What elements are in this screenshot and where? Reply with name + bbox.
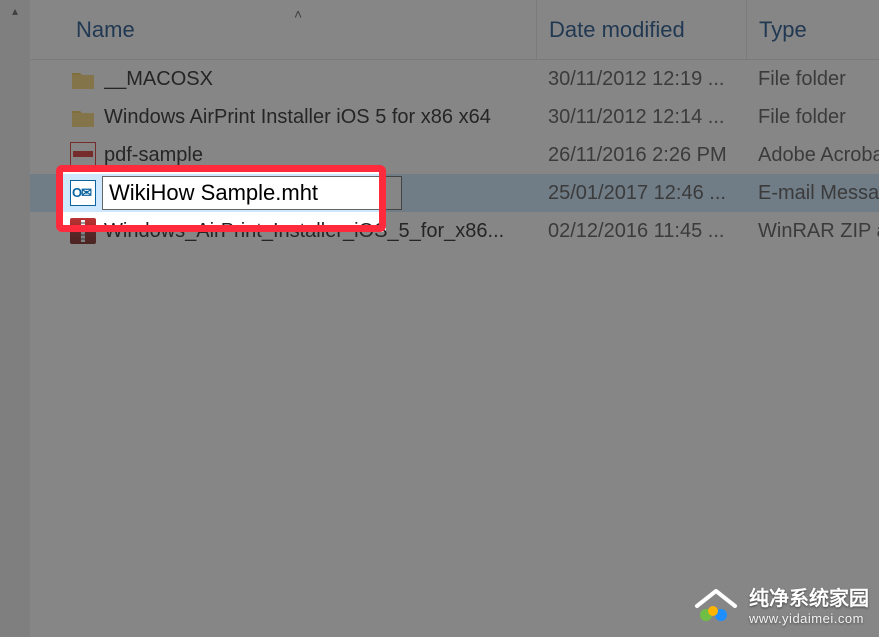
folder-icon — [70, 66, 96, 92]
file-name-cell[interactable]: Windows AirPrint Installer iOS 5 for x86… — [70, 104, 536, 130]
file-type-cell: WinRAR ZIP a — [746, 220, 879, 243]
vertical-scrollbar[interactable]: ▴ — [0, 0, 30, 637]
column-header-row: ˄ Name Date modified Type — [30, 0, 879, 60]
column-header-type[interactable]: Type — [746, 0, 879, 59]
file-type-cell: Adobe Acroba — [746, 144, 879, 167]
column-header-date[interactable]: Date modified — [536, 0, 736, 59]
file-type-cell: E-mail Messa — [746, 182, 879, 205]
file-name-label: __MACOSX — [104, 68, 213, 91]
file-date-cell: 26/11/2016 2:26 PM — [536, 144, 736, 167]
zip-icon — [70, 218, 96, 244]
file-date-cell: 30/11/2012 12:14 ... — [536, 106, 736, 129]
watermark-url: www.yidaimei.com — [749, 611, 869, 626]
file-date-cell: 25/01/2017 12:46 ... — [536, 182, 736, 205]
file-row[interactable]: O✉ 25/01/2017 12:46 ... E-mail Messa — [30, 174, 879, 212]
file-name-cell[interactable]: pdf-sample — [70, 142, 536, 168]
file-row[interactable]: pdf-sample 26/11/2016 2:26 PM Adobe Acroba — [30, 136, 879, 174]
file-row[interactable]: Windows AirPrint Installer iOS 5 for x86… — [30, 98, 879, 136]
watermark-title: 纯净系统家园 — [749, 588, 869, 610]
folder-icon — [70, 104, 96, 130]
watermark-text: 纯净系统家园 www.yidaimei.com — [749, 582, 869, 626]
file-list-pane: ˄ Name Date modified Type __MACOSX 30/11/… — [30, 0, 879, 637]
outlook-icon: O✉ — [70, 180, 96, 206]
file-type-cell: File folder — [746, 106, 879, 129]
file-name-label: Windows AirPrint Installer iOS 5 for x86… — [104, 106, 491, 129]
column-header-name[interactable]: Name — [76, 0, 536, 59]
rename-input[interactable] — [102, 176, 402, 210]
file-date-cell: 02/12/2016 11:45 ... — [536, 220, 736, 243]
scroll-up-arrow-icon[interactable]: ▴ — [0, 0, 30, 22]
file-type-cell: File folder — [746, 68, 879, 91]
pdf-icon — [70, 142, 96, 168]
file-row[interactable]: __MACOSX 30/11/2012 12:19 ... File folder — [30, 60, 879, 98]
watermark-logo-icon — [693, 581, 739, 627]
file-name-cell[interactable]: Windows_AirPrint_Installer_iOS_5_for_x86… — [70, 218, 536, 244]
file-name-cell[interactable]: __MACOSX — [70, 66, 536, 92]
file-rows-container: __MACOSX 30/11/2012 12:19 ... File folder W… — [30, 60, 879, 250]
file-name-label: Windows_AirPrint_Installer_iOS_5_for_x86… — [104, 220, 504, 243]
file-date-cell: 30/11/2012 12:19 ... — [536, 68, 736, 91]
file-row[interactable]: Windows_AirPrint_Installer_iOS_5_for_x86… — [30, 212, 879, 250]
watermark: 纯净系统家园 www.yidaimei.com — [693, 581, 869, 627]
file-name-label: pdf-sample — [104, 144, 203, 167]
explorer-viewport: ▴ ˄ Name Date modified Type __MACOSX 30/1… — [0, 0, 879, 637]
